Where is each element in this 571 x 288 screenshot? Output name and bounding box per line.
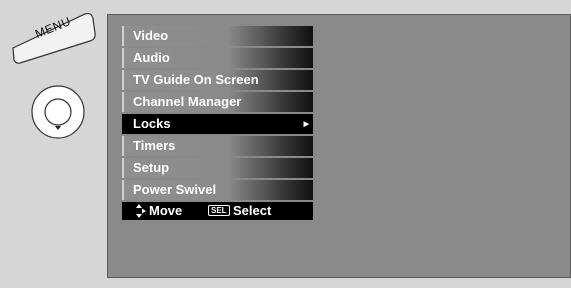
menu-item-locks[interactable]: Locks ▶ bbox=[122, 114, 313, 134]
menu-item-label: Setup bbox=[133, 160, 170, 175]
menu-item-timers[interactable]: Timers bbox=[122, 136, 313, 156]
menu-item-audio[interactable]: Audio bbox=[122, 48, 313, 68]
menu-item-label: TV Guide On Screen bbox=[133, 72, 259, 87]
menu-item-label: Timers bbox=[133, 138, 176, 153]
menu-item-channel-manager[interactable]: Channel Manager bbox=[122, 92, 313, 112]
menu-item-label: Locks bbox=[133, 116, 171, 131]
remote-illustration: MENU bbox=[0, 0, 105, 288]
joystick-icon[interactable] bbox=[31, 85, 85, 139]
tv-screen: Video Audio TV Guide On Screen Channel M… bbox=[107, 14, 571, 278]
sel-key-icon: SEL bbox=[208, 205, 230, 216]
menu-item-video[interactable]: Video bbox=[122, 26, 313, 46]
move-hint-label: Move bbox=[149, 203, 183, 218]
up-down-right-arrows-icon bbox=[136, 204, 146, 218]
menu-item-label: Power Swivel bbox=[133, 182, 217, 197]
main-menu: Video Audio TV Guide On Screen Channel M… bbox=[122, 26, 313, 220]
menu-item-setup[interactable]: Setup bbox=[122, 158, 313, 178]
remote-graphic bbox=[12, 12, 96, 139]
menu-item-label: Video bbox=[133, 28, 169, 43]
select-hint-label: Select bbox=[233, 203, 272, 218]
triangle-right-icon: ▶ bbox=[303, 121, 309, 128]
menu-item-power-swivel[interactable]: Power Swivel bbox=[122, 180, 313, 200]
menu-item-label: Audio bbox=[133, 50, 170, 65]
menu-item-label: Channel Manager bbox=[133, 94, 242, 109]
menu-item-tv-guide-on-screen[interactable]: TV Guide On Screen bbox=[122, 70, 313, 90]
hint-bar: Move SEL Select bbox=[122, 202, 313, 220]
